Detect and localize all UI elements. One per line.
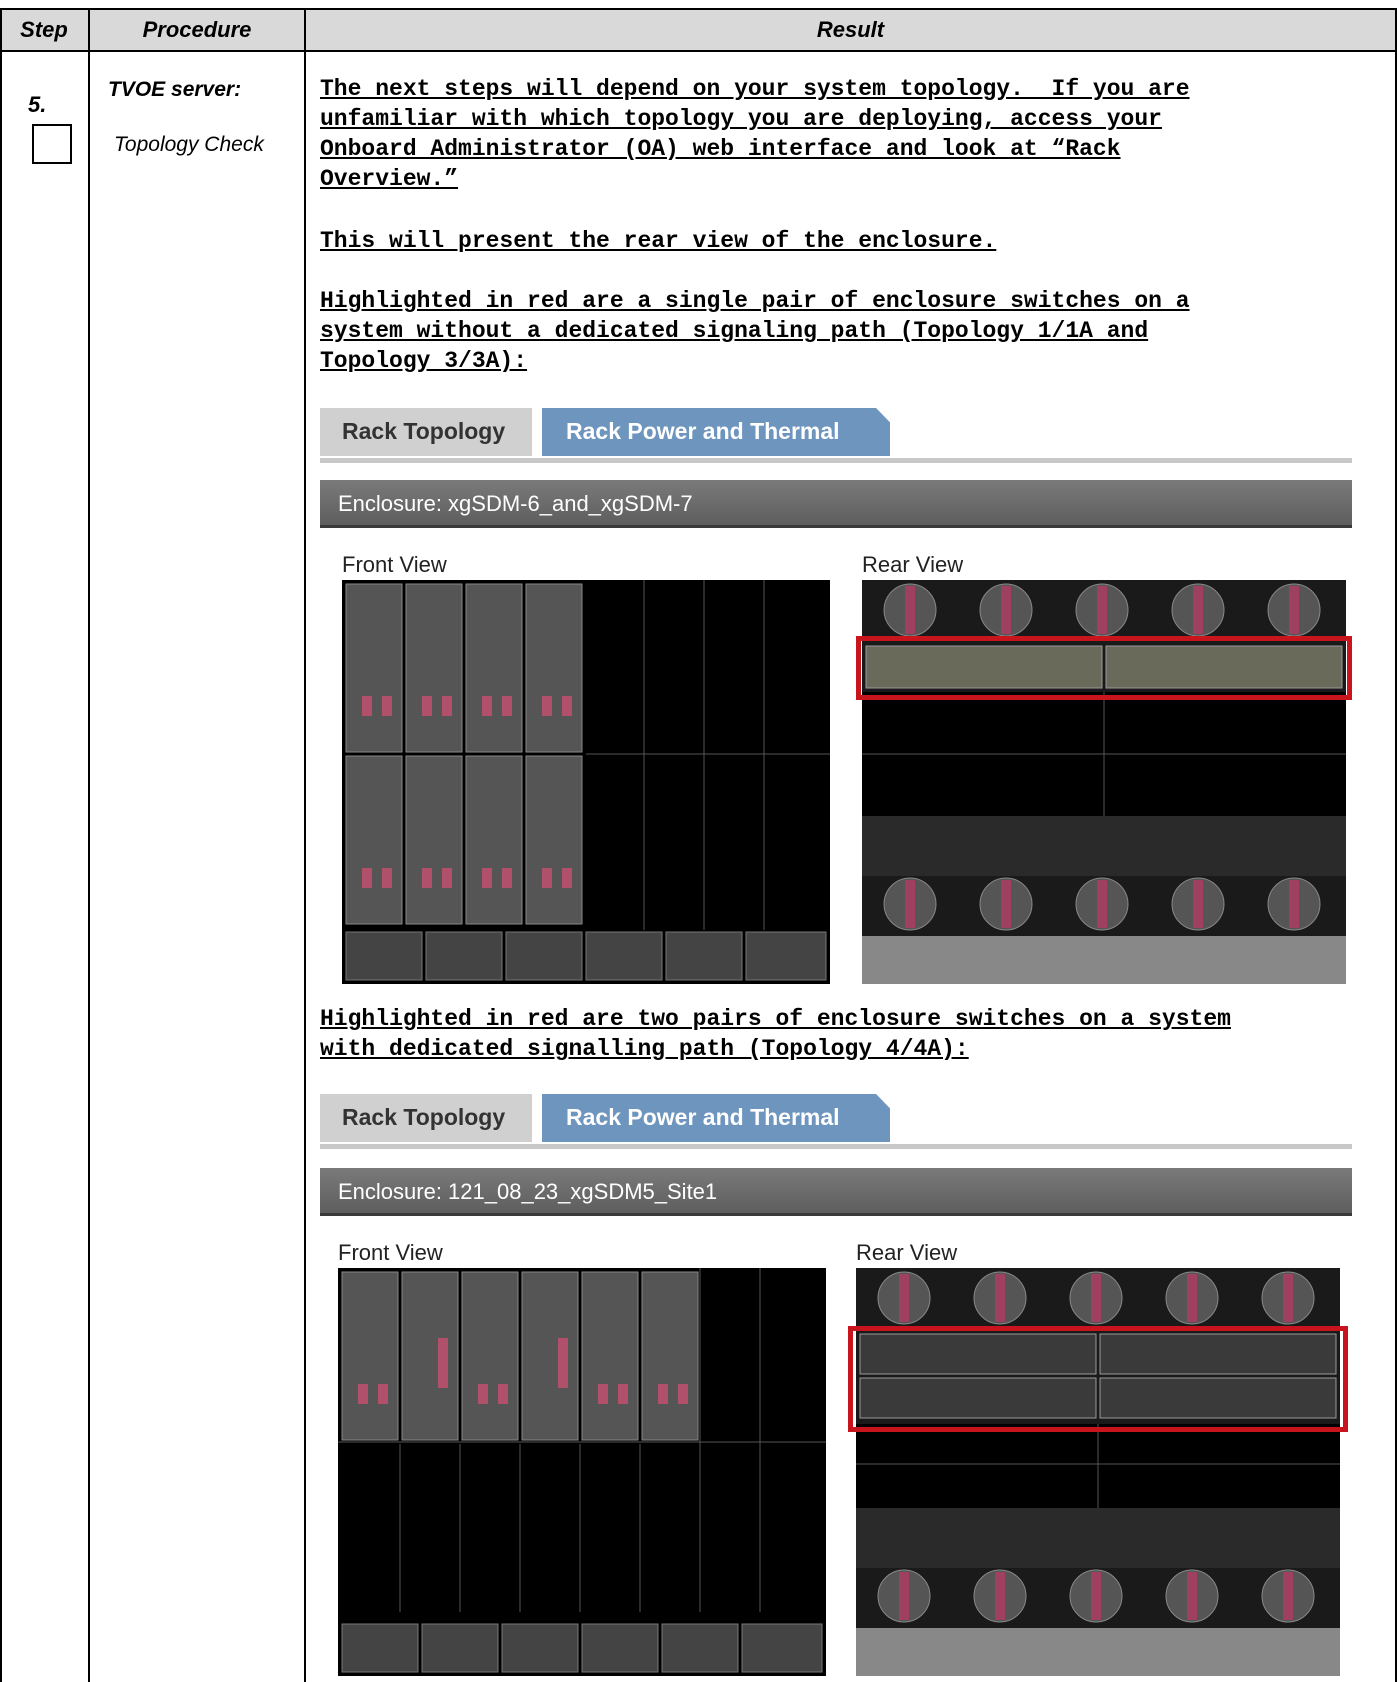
result-topology-1-3-text: Highlighted in red are a single pair of … xyxy=(320,288,1190,374)
enclosure-title-2: Enclosure: 121_08_23_xgSDM5_Site1 xyxy=(320,1168,1352,1216)
tab-rack-topology[interactable]: Rack Topology xyxy=(320,408,532,456)
power-supplies-1 xyxy=(345,931,827,981)
tab-underline xyxy=(320,1144,1352,1149)
header-procedure: Procedure xyxy=(142,17,252,42)
procedure-title: TVOE server: xyxy=(108,78,242,101)
oa-screenshot-1-tabs: Rack Topology Rack Power and Thermal xyxy=(320,408,1352,463)
tab-rack-power-thermal[interactable]: Rack Power and Thermal xyxy=(542,1094,890,1142)
column-divider-procedure xyxy=(304,8,306,1682)
rear-view-label-1: Rear View xyxy=(862,552,964,577)
enclosure-title-1: Enclosure: xgSDM-6_and_xgSDM-7 xyxy=(320,480,1352,528)
oa-screenshot-2-tabs: Rack Topology Rack Power and Thermal xyxy=(320,1094,1352,1149)
front-view-panel-2 xyxy=(338,1268,826,1676)
header-step: Step xyxy=(20,17,68,42)
power-supplies-2 xyxy=(341,1623,823,1673)
tab-rack-power-thermal[interactable]: Rack Power and Thermal xyxy=(542,408,890,456)
step-number: 5. xyxy=(28,92,47,117)
column-divider-step xyxy=(88,8,90,1682)
result-topology-4-text: Highlighted in red are two pairs of encl… xyxy=(320,1006,1231,1062)
table-border-left xyxy=(0,8,2,1682)
procedure-table: Step Procedure Result 5. TVOE server: To… xyxy=(0,0,1397,1682)
result-intro-text: The next steps will depend on your syste… xyxy=(320,76,1190,192)
switch-highlight-1 xyxy=(856,636,1352,700)
tab-underline xyxy=(320,458,1352,463)
step-checkbox[interactable] xyxy=(32,124,72,164)
procedure-subtitle: Topology Check xyxy=(114,133,264,156)
front-view-label-2: Front View xyxy=(338,1240,443,1265)
front-view-panel-1 xyxy=(342,580,830,984)
tab-rack-topology[interactable]: Rack Topology xyxy=(320,1094,532,1142)
header-result: Result xyxy=(816,17,885,42)
front-view-label-1: Front View xyxy=(342,552,447,577)
result-rear-view-text: This will present the rear view of the e… xyxy=(320,228,997,254)
rear-view-label-2: Rear View xyxy=(856,1240,958,1265)
switch-highlight-2 xyxy=(848,1326,1348,1432)
